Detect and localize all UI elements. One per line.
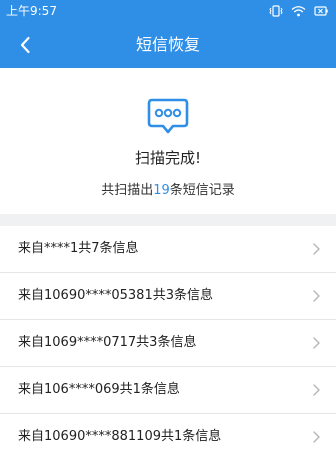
count-prefix: 共扫描出 [101, 183, 154, 198]
chevron-right-icon [313, 290, 320, 302]
list-item[interactable]: 来自10690****05381共3条信息 [0, 273, 336, 320]
list-item[interactable]: 来自****1共7条信息 [0, 226, 336, 273]
list-item[interactable]: 来自1069****0717共3条信息 [0, 320, 336, 367]
count-suffix: 条短信记录 [169, 183, 235, 198]
status-icons [269, 4, 328, 18]
list-item[interactable]: 来自10690****881109共1条信息 [0, 414, 336, 457]
chevron-right-icon [313, 337, 320, 349]
chevron-right-icon [313, 384, 320, 396]
status-time: 上午9:57 [6, 4, 57, 18]
wifi-icon [291, 5, 306, 17]
vibrate-icon [269, 5, 283, 17]
scan-summary: 扫描完成! 共扫描出19条短信记录 [0, 68, 336, 214]
chevron-right-icon [313, 243, 320, 255]
sms-recovery-screen: 上午9:57 短信恢复 扫描完成! 共扫描出19条短信记录 来自****1共7条… [0, 0, 336, 457]
list-item-label: 来自****1共7条信息 [18, 241, 139, 256]
battery-icon [314, 5, 328, 17]
count-value: 19 [153, 183, 170, 198]
sms-chat-bubble-icon [147, 98, 189, 134]
list-item-label: 来自1069****0717共3条信息 [18, 335, 197, 350]
page-title: 短信恢复 [135, 35, 200, 54]
list-item-label: 来自10690****05381共3条信息 [18, 288, 213, 303]
list-item-label: 来自10690****881109共1条信息 [18, 429, 222, 444]
message-group-list: 来自****1共7条信息 来自10690****05381共3条信息 来自106… [0, 226, 336, 457]
chevron-right-icon [313, 431, 320, 443]
scan-complete-title: 扫描完成! [134, 149, 201, 167]
list-item[interactable]: 来自106****069共1条信息 [0, 367, 336, 414]
nav-bar: 短信恢复 [0, 22, 336, 68]
section-divider [0, 214, 336, 226]
scan-count-text: 共扫描出19条短信记录 [0, 182, 336, 200]
list-item-label: 来自106****069共1条信息 [18, 382, 180, 397]
status-bar: 上午9:57 [0, 0, 336, 22]
